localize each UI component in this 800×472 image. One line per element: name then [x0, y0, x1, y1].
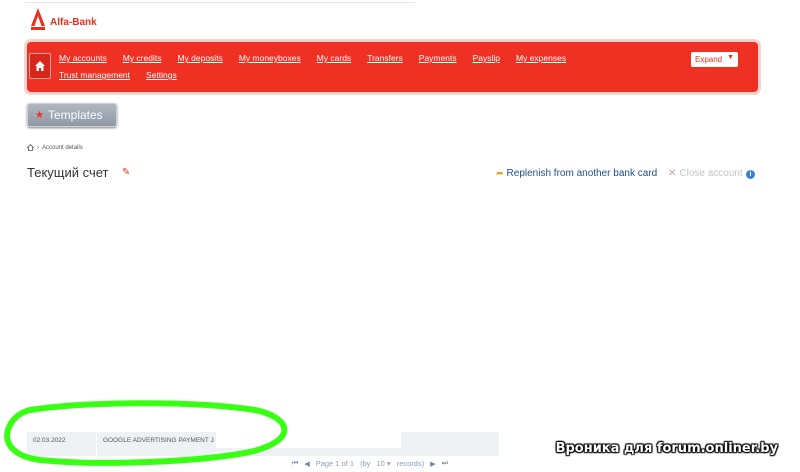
- logo[interactable]: Alfa-Bank: [30, 8, 97, 30]
- card-icon: ➦: [496, 168, 504, 178]
- page-title: Текущий счет: [27, 165, 109, 180]
- menu-item-payslip[interactable]: Payslip: [473, 53, 500, 63]
- column-divider: [96, 432, 97, 456]
- menu-item-payments[interactable]: Payments: [419, 53, 457, 63]
- templates-button[interactable]: ★ Templates: [27, 103, 117, 127]
- pager: ⏮ ◀ Page 1 of 1 (by 10 ▾ records) ▶ ⏭: [292, 459, 448, 468]
- last-page-icon[interactable]: ⏭: [442, 460, 448, 468]
- replenish-link[interactable]: ➦ Replenish from another bank card: [496, 168, 657, 179]
- menu-item-transfers[interactable]: Transfers: [367, 53, 403, 63]
- watermark: Вроника для forum.onliner.by: [555, 441, 778, 456]
- main-menu: My accounts My credits My deposits My mo…: [27, 42, 758, 92]
- page-label: Page 1 of 1: [315, 459, 355, 468]
- transaction-date: 02.03.2022: [33, 437, 66, 444]
- home-icon[interactable]: [27, 144, 34, 151]
- replenish-label: Replenish from another bank card: [506, 168, 658, 179]
- menu-item-my-accounts[interactable]: My accounts: [59, 53, 107, 63]
- first-page-icon[interactable]: ⏮: [292, 460, 298, 468]
- menu-row-2: Trust management Settings: [59, 70, 193, 80]
- close-icon: ✕: [668, 168, 677, 179]
- menu-item-trust-management[interactable]: Trust management: [59, 70, 130, 80]
- menu-item-my-credits[interactable]: My credits: [123, 53, 162, 63]
- menu-item-my-cards[interactable]: My cards: [317, 53, 351, 63]
- table-row-overlay: [216, 432, 401, 448]
- close-account-link[interactable]: ✕ Close account: [668, 168, 743, 179]
- expand-button[interactable]: Expand ▼: [691, 52, 738, 67]
- records-label: records): [396, 459, 425, 468]
- transaction-description: GOOGLE ADVERTISING PAYMENT J: [103, 437, 214, 444]
- breadcrumb: › Account details: [27, 144, 83, 151]
- top-divider: [25, 2, 415, 3]
- star-icon: ★: [35, 109, 44, 121]
- chevron-down-icon: ▼: [727, 54, 734, 61]
- home-button[interactable]: [29, 53, 51, 79]
- alfa-logo-icon: [31, 8, 45, 30]
- brand-name: Alfa-Bank: [50, 16, 97, 28]
- menu-item-my-moneyboxes[interactable]: My moneyboxes: [239, 53, 301, 63]
- menu-row-1: My accounts My credits My deposits My mo…: [59, 53, 582, 63]
- by-label: (by: [360, 459, 371, 468]
- next-page-icon[interactable]: ▶: [430, 460, 435, 468]
- close-account-label: Close account: [679, 168, 743, 179]
- prev-page-icon[interactable]: ◀: [304, 460, 309, 468]
- info-icon[interactable]: i: [746, 170, 755, 179]
- expand-label: Expand: [695, 55, 723, 64]
- menu-item-settings[interactable]: Settings: [146, 70, 177, 80]
- breadcrumb-current: Account details: [42, 144, 83, 151]
- templates-label: Templates: [47, 108, 103, 122]
- pencil-icon[interactable]: ✎: [122, 167, 130, 178]
- chevron-right-icon: ›: [37, 144, 39, 151]
- menu-item-my-expenses[interactable]: My expenses: [516, 53, 566, 63]
- home-icon: [35, 61, 45, 71]
- menu-item-my-deposits[interactable]: My deposits: [177, 53, 222, 63]
- per-page-select[interactable]: 10 ▾: [377, 459, 391, 468]
